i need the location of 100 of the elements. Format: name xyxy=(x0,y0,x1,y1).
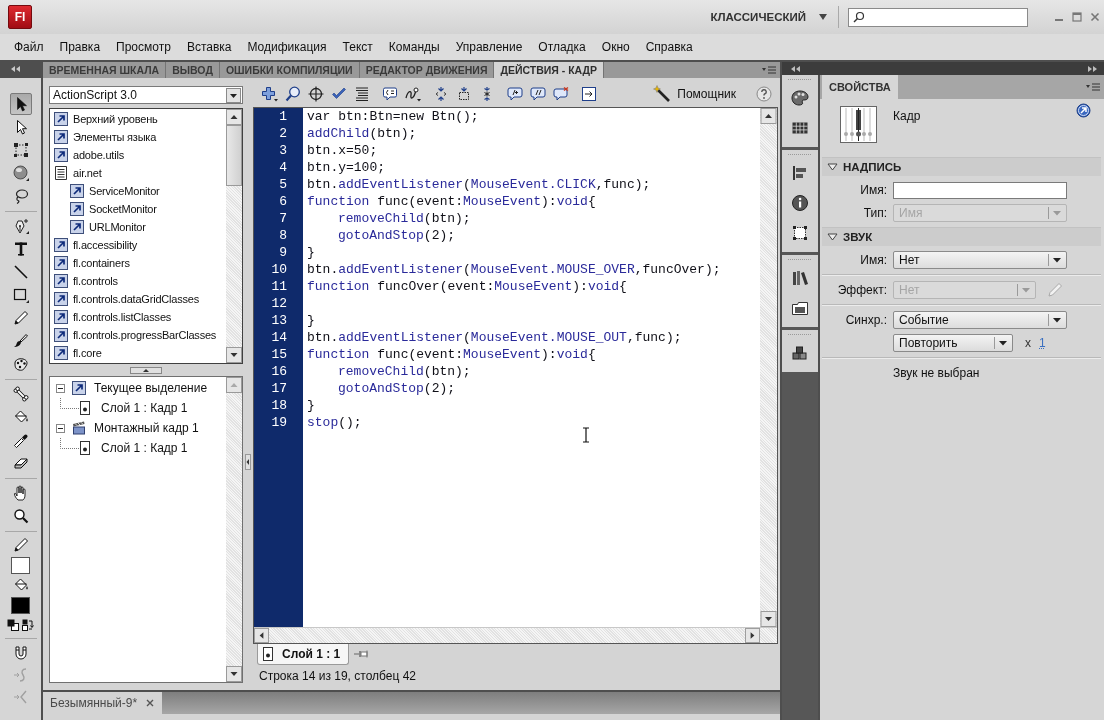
selection-tool[interactable] xyxy=(9,93,32,115)
field-label: Синхр.: xyxy=(844,313,888,327)
workspace-switcher[interactable]: КЛАССИЧЕСКИЙ xyxy=(710,11,827,23)
dropdown-field[interactable]: Событие xyxy=(893,311,1067,329)
menu-item[interactable]: Файл xyxy=(6,40,52,54)
collapse-toggle-icon[interactable] xyxy=(56,383,65,393)
language-dropdown[interactable]: ActionScript 3.0 xyxy=(49,86,243,104)
vertical-scrollbar[interactable] xyxy=(760,108,777,627)
pin-icon[interactable] xyxy=(353,648,370,660)
menu-item[interactable]: Отладка xyxy=(530,40,594,54)
line-number: 3 xyxy=(278,142,288,159)
diagonal-line-icon xyxy=(12,264,29,280)
panel-menu-icon[interactable] xyxy=(762,66,776,74)
toolbox-item[interactable]: fl.containers xyxy=(50,254,226,272)
toolbox-item[interactable]: fl.core xyxy=(50,344,226,362)
color-swatch[interactable] xyxy=(11,556,30,574)
app-logo: Fl xyxy=(8,5,32,29)
toolbox-item[interactable]: adobe.utils xyxy=(50,146,226,164)
navigator-item[interactable]: Монтажный кадр 1 xyxy=(50,418,226,438)
pencil-icon[interactable] xyxy=(12,537,29,553)
double-left-arrow-icon[interactable] xyxy=(10,66,20,72)
navigator-item[interactable]: Текущее выделение xyxy=(50,378,226,398)
letter-t-icon xyxy=(12,241,29,257)
frame-document-icon xyxy=(263,647,273,661)
toolbox-item[interactable]: fl.accessibility xyxy=(50,236,226,254)
line-number: 5 xyxy=(278,176,288,193)
speech-bubble-icon[interactable] xyxy=(381,86,399,102)
checkmark-icon[interactable] xyxy=(330,86,348,102)
plus-icon[interactable] xyxy=(261,86,279,102)
toolbox-item[interactable]: fl.controls.dataGridClasses xyxy=(50,290,226,308)
menu-item[interactable]: Управление xyxy=(447,40,531,54)
collapse-handle-icon[interactable] xyxy=(245,454,251,470)
arrow-box-icon xyxy=(72,381,86,395)
double-right-arrow-icon[interactable] xyxy=(1088,65,1098,72)
toolbox-item[interactable]: Элементы языка xyxy=(50,128,226,146)
toolbox-item[interactable]: air.net xyxy=(50,164,226,182)
scroll-thumb[interactable] xyxy=(226,125,242,186)
bubble-cross-icon[interactable] xyxy=(552,86,570,102)
search-field[interactable] xyxy=(848,7,1028,27)
menu-item[interactable]: Вставка xyxy=(178,40,240,54)
comment-bubble-icon[interactable] xyxy=(506,86,524,102)
section-header[interactable]: НАДПИСЬ xyxy=(822,157,1101,176)
code-editor[interactable] xyxy=(253,107,778,644)
dashed-frame-icon xyxy=(12,142,29,158)
toolbox-item[interactable]: Верхний уровень xyxy=(50,110,226,128)
text-input-field[interactable] xyxy=(893,181,1067,199)
close-icon[interactable] xyxy=(1090,12,1100,22)
double-left-arrow-icon[interactable] xyxy=(790,65,800,72)
toolbox-item[interactable]: fl.controls.progressBarClasses xyxy=(50,326,226,344)
navigator-item[interactable]: Слой 1 : Кадр 1 xyxy=(50,438,226,458)
vertical-scrollbar[interactable] xyxy=(226,109,242,363)
squiggle-icon[interactable] xyxy=(404,86,422,102)
close-icon[interactable] xyxy=(146,699,155,707)
navigator-item[interactable]: Слой 1 : Кадр 1 xyxy=(50,398,226,418)
menu-item[interactable]: Команды xyxy=(380,40,448,54)
line-number: 13 xyxy=(270,312,288,329)
panel-tab[interactable]: ДЕЙСТВИЯ - КАДР xyxy=(494,62,605,78)
menu-item[interactable]: Модификация xyxy=(239,40,335,54)
text-lines-icon[interactable] xyxy=(353,86,371,102)
toolbox-item[interactable]: ServiceMonitor xyxy=(50,182,226,200)
books-icon[interactable] xyxy=(790,268,810,288)
color-swatch[interactable] xyxy=(11,596,30,614)
menu-item[interactable]: Текст xyxy=(334,40,381,54)
toolbox-item[interactable]: fl.controls xyxy=(50,272,226,290)
toolbox-item[interactable]: URLMonitor xyxy=(50,218,226,236)
script-assist-button[interactable]: Помощник xyxy=(653,85,736,103)
maximize-icon[interactable] xyxy=(1072,12,1082,22)
repeat-dropdown[interactable]: Повторить xyxy=(893,334,1013,352)
info-icon[interactable] xyxy=(790,193,810,213)
line-number: 1 xyxy=(278,108,288,125)
horizontal-scrollbar[interactable] xyxy=(254,627,777,643)
dropdown-field[interactable]: Нет xyxy=(893,251,1067,269)
document-tab[interactable]: Безымянный-9* xyxy=(43,692,163,714)
section-header[interactable]: ЗВУК xyxy=(822,227,1101,246)
default-colors-icon[interactable] xyxy=(7,619,19,631)
script-tab[interactable]: Слой 1 : 1 xyxy=(257,644,350,665)
menu-item[interactable]: Справка xyxy=(637,40,701,54)
menu-item[interactable]: Окно xyxy=(593,40,638,54)
crosshair-icon[interactable] xyxy=(307,86,325,102)
collapse-toggle-icon[interactable] xyxy=(56,423,65,433)
menu-item[interactable]: Правка xyxy=(51,40,109,54)
menu-item[interactable]: Просмотр xyxy=(108,40,179,54)
magnet-icon[interactable] xyxy=(12,645,29,661)
transform-frame-icon[interactable] xyxy=(790,223,810,243)
magic-wand-icon xyxy=(653,85,672,103)
palette-icon[interactable] xyxy=(790,88,810,108)
cubes-icon[interactable] xyxy=(790,343,810,363)
paint-bucket-icon[interactable] xyxy=(12,577,29,593)
toolbox-item[interactable]: fl.controls.listClasses xyxy=(50,308,226,326)
properties-tab[interactable]: СВОЙСТВА xyxy=(822,75,898,99)
help-icon[interactable] xyxy=(756,86,772,102)
search-icon[interactable] xyxy=(284,86,302,102)
magnifier-icon xyxy=(12,508,29,524)
arrow-circle-icon[interactable] xyxy=(1076,103,1091,118)
line-number: 4 xyxy=(278,159,288,176)
panel-menu-icon[interactable] xyxy=(1086,83,1100,91)
double-slash-bubble-icon[interactable] xyxy=(529,86,547,102)
swap-colors-icon[interactable] xyxy=(22,619,34,631)
vertical-scrollbar[interactable] xyxy=(226,377,242,682)
toolbox-item[interactable]: SocketMonitor xyxy=(50,200,226,218)
